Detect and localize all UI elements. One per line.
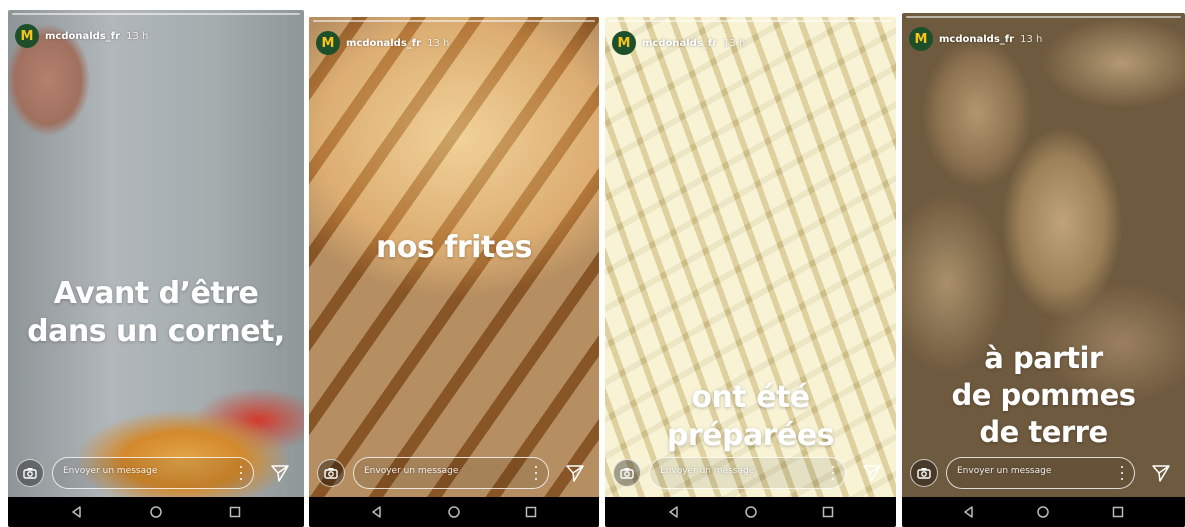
story-image-fries-closeup <box>309 17 599 527</box>
camera-button[interactable] <box>910 459 938 487</box>
more-vertical-icon[interactable] <box>239 464 243 482</box>
caption-line: de pommes <box>951 378 1136 412</box>
home-circle-icon[interactable] <box>148 504 164 520</box>
story-caption: à partir de pommes de terre <box>902 340 1185 451</box>
mcdonalds-logo: M <box>20 28 34 44</box>
mcdonalds-logo: M <box>914 31 928 47</box>
story-panel-3[interactable]: M mcdonalds_fr 13 h ont été préparées En… <box>605 17 896 527</box>
message-placeholder: Envoyer un message <box>957 466 1052 476</box>
more-vertical-icon[interactable] <box>534 464 538 482</box>
more-vertical-icon[interactable] <box>831 464 835 482</box>
send-icon[interactable] <box>565 463 585 483</box>
caption-line: Avant d’être <box>53 276 259 311</box>
caption-line: dans un cornet, <box>27 314 285 349</box>
story-panel-4[interactable]: M mcdonalds_fr 13 h à partir de pommes d… <box>902 13 1185 527</box>
story-panel-2[interactable]: M mcdonalds_fr 13 h nos frites Envoyer u… <box>309 17 599 527</box>
message-input[interactable]: Envoyer un message <box>649 457 846 489</box>
story-progress-bar <box>12 13 300 15</box>
recents-square-icon[interactable] <box>1110 504 1126 520</box>
story-header: M mcdonalds_fr 13 h <box>316 29 449 57</box>
send-icon[interactable] <box>862 463 882 483</box>
caption-line: nos frites <box>376 230 532 265</box>
caption-line: ont été <box>691 380 810 415</box>
android-navbar <box>309 497 599 527</box>
timestamp: 13 h <box>126 30 149 42</box>
story-image-hoodie-fries <box>8 10 304 527</box>
caption-line: de terre <box>979 415 1108 449</box>
back-triangle-icon[interactable] <box>666 504 682 520</box>
camera-icon <box>620 468 634 479</box>
caption-line: préparées <box>666 418 835 453</box>
recents-square-icon[interactable] <box>523 504 539 520</box>
username[interactable]: mcdonalds_fr <box>939 34 1014 45</box>
mcdonalds-logo: M <box>321 35 335 51</box>
android-navbar <box>605 497 896 527</box>
android-navbar <box>902 497 1185 527</box>
story-progress-bar <box>906 16 1181 18</box>
camera-button[interactable] <box>317 459 345 487</box>
timestamp: 13 h <box>723 37 746 49</box>
send-icon[interactable] <box>270 463 290 483</box>
story-caption: ont été préparées <box>605 379 896 455</box>
username[interactable]: mcdonalds_fr <box>642 38 717 49</box>
camera-icon <box>324 468 338 479</box>
send-icon[interactable] <box>1151 463 1171 483</box>
story-panel-1[interactable]: M mcdonalds_fr 13 h Avant d’être dans un… <box>8 10 304 527</box>
more-vertical-icon[interactable] <box>1120 464 1124 482</box>
avatar[interactable]: M <box>612 31 636 55</box>
timestamp: 13 h <box>1020 33 1043 45</box>
message-input[interactable]: Envoyer un message <box>353 457 549 489</box>
avatar[interactable]: M <box>316 31 340 55</box>
message-input[interactable]: Envoyer un message <box>52 457 254 489</box>
timestamp: 13 h <box>427 37 450 49</box>
story-header: M mcdonalds_fr 13 h <box>909 25 1042 53</box>
story-header: M mcdonalds_fr 13 h <box>612 29 745 57</box>
back-triangle-icon[interactable] <box>69 504 85 520</box>
message-placeholder: Envoyer un message <box>63 466 158 476</box>
message-placeholder: Envoyer un message <box>660 466 755 476</box>
camera-button[interactable] <box>613 459 641 487</box>
camera-icon <box>917 468 931 479</box>
reply-bar: Envoyer un message <box>8 455 304 495</box>
home-circle-icon[interactable] <box>743 504 759 520</box>
reply-bar: Envoyer un message <box>309 455 599 495</box>
message-input[interactable]: Envoyer un message <box>946 457 1135 489</box>
camera-button[interactable] <box>16 459 44 487</box>
back-triangle-icon[interactable] <box>961 504 977 520</box>
camera-icon <box>23 468 37 479</box>
story-progress-bar <box>609 20 892 22</box>
caption-line: à partir <box>984 341 1103 375</box>
username[interactable]: mcdonalds_fr <box>346 38 421 49</box>
username[interactable]: mcdonalds_fr <box>45 31 120 42</box>
recents-square-icon[interactable] <box>227 504 243 520</box>
avatar[interactable]: M <box>15 24 39 48</box>
home-circle-icon[interactable] <box>1035 504 1051 520</box>
home-circle-icon[interactable] <box>446 504 462 520</box>
reply-bar: Envoyer un message <box>605 455 896 495</box>
story-caption: nos frites <box>309 229 599 267</box>
story-caption: Avant d’être dans un cornet, <box>8 275 304 351</box>
story-header: M mcdonalds_fr 13 h <box>15 22 148 50</box>
android-navbar <box>8 497 304 527</box>
reply-bar: Envoyer un message <box>902 455 1185 495</box>
avatar[interactable]: M <box>909 27 933 51</box>
back-triangle-icon[interactable] <box>369 504 385 520</box>
story-progress-bar <box>313 20 595 22</box>
message-placeholder: Envoyer un message <box>364 466 459 476</box>
recents-square-icon[interactable] <box>820 504 836 520</box>
mcdonalds-logo: M <box>617 35 631 51</box>
